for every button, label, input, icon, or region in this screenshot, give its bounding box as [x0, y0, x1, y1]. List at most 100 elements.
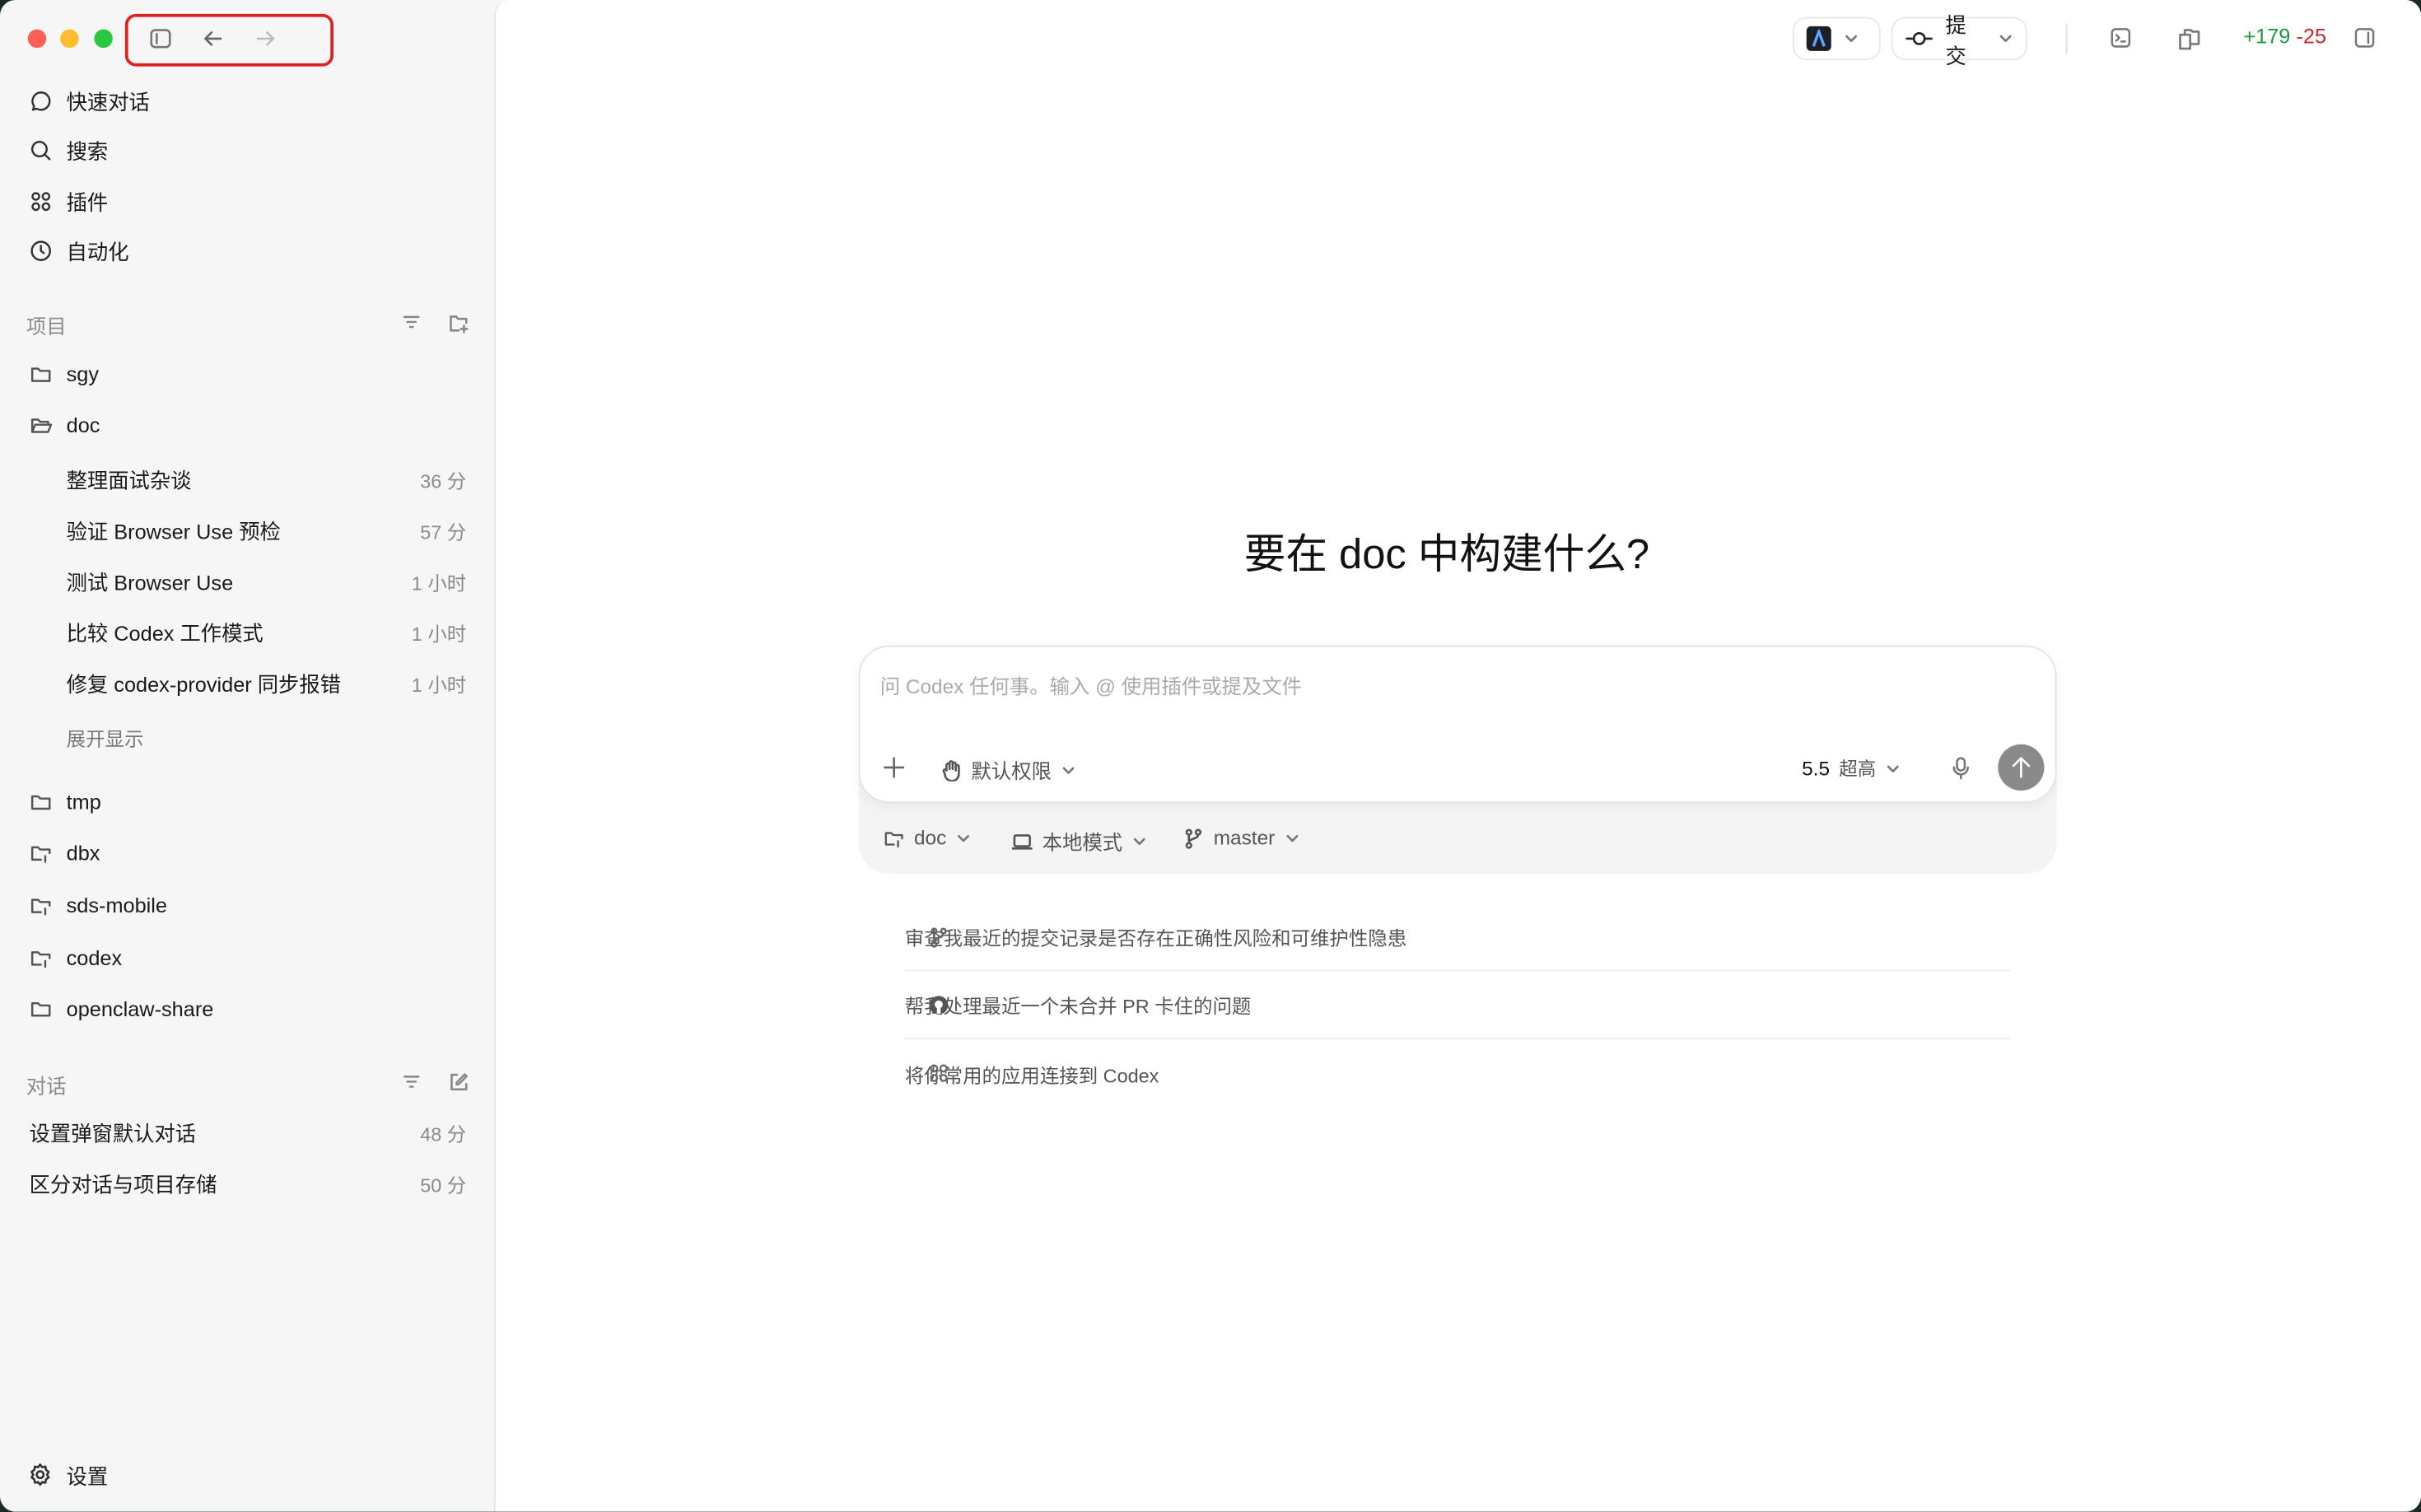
chats-header: 对话: [26, 1070, 67, 1099]
toggle-sidebar-icon[interactable]: [148, 26, 173, 51]
laptop-icon: [1011, 830, 1033, 852]
app-window: 快速对话 搜索 插件 自动化 项目 sgy doc 整理面试杂谈 36 分 验证 …: [0, 0, 2421, 1512]
app-picker-button[interactable]: [1793, 17, 1881, 61]
suggestion-text: 帮我处理最近一个未合并 PR 卡住的问题: [905, 990, 1252, 1020]
project-name: openclaw-share: [67, 996, 214, 1020]
chat-item[interactable]: 区分对话与项目存储50 分: [0, 1161, 494, 1205]
close-window-button[interactable]: [28, 30, 47, 49]
reasoning-level: 超高: [1839, 755, 1876, 782]
thread-time: 36 分: [420, 464, 466, 493]
thread-title: 整理面试杂谈: [67, 464, 192, 495]
chevron-down-icon: [1131, 833, 1147, 849]
folder-git-icon: [28, 893, 53, 917]
thread-item[interactable]: 测试 Browser Use1 小时: [0, 559, 494, 603]
chevron-down-icon: [956, 830, 972, 846]
branch-label: master: [1214, 826, 1276, 849]
folder-git-icon: [28, 945, 53, 970]
thread-item[interactable]: 整理面试杂谈 36 分: [0, 457, 494, 501]
suggestion-item[interactable]: 将你常用的应用连接到 Codex: [905, 1039, 2011, 1108]
toggle-right-panel-icon[interactable]: [2352, 25, 2378, 51]
commit-button[interactable]: 提交: [1892, 17, 2027, 61]
project-name: tmp: [67, 790, 101, 813]
settings-label: 设置: [67, 1459, 109, 1491]
projects-header: 项目: [26, 310, 67, 340]
minimize-window-button[interactable]: [60, 30, 79, 49]
project-dropdown[interactable]: doc: [884, 826, 972, 849]
diff-stats[interactable]: +179 -25: [2243, 25, 2326, 48]
folder-icon: [28, 789, 53, 814]
project-label: doc: [914, 826, 946, 849]
mode-dropdown[interactable]: 本地模式: [1011, 826, 1147, 856]
sidebar-item-plugins[interactable]: 插件: [0, 180, 494, 223]
thread-item[interactable]: 验证 Browser Use 预检57 分: [0, 508, 494, 552]
chat-item[interactable]: 设置弹窗默认对话48 分: [0, 1110, 494, 1154]
nav-label: 自动化: [67, 235, 129, 266]
thread-item[interactable]: 修复 codex-provider 同步报错1 小时: [0, 661, 494, 705]
thread-title: 比较 Codex 工作模式: [67, 616, 264, 647]
chat-bubble-icon: [28, 88, 53, 113]
microphone-icon[interactable]: [1948, 755, 1973, 780]
back-arrow-icon[interactable]: [201, 26, 226, 51]
chevron-down-icon: [1285, 830, 1300, 846]
chat-title: 区分对话与项目存储: [30, 1168, 217, 1199]
thread-title: 验证 Browser Use 预检: [67, 514, 281, 545]
prompt-composer[interactable]: 问 Codex 任何事。输入 @ 使用插件或提及文件 默认权限 5.5 超高: [859, 646, 2057, 803]
project-item-codex[interactable]: codex: [0, 936, 494, 979]
permission-label: 默认权限: [971, 755, 1052, 785]
model-dropdown[interactable]: 5.5 超高: [1802, 755, 1901, 782]
additions-count: +179: [2243, 25, 2290, 48]
search-icon: [28, 138, 53, 162]
settings-button[interactable]: 设置: [0, 1453, 494, 1496]
prompt-input[interactable]: 问 Codex 任何事。输入 @ 使用插件或提及文件: [880, 670, 1302, 700]
thread-item[interactable]: 比较 Codex 工作模式 1 小时: [0, 610, 494, 654]
thread-time: 1 小时: [412, 617, 466, 646]
permission-dropdown[interactable]: 默认权限: [940, 755, 1076, 785]
folder-open-icon: [28, 413, 53, 437]
clock-icon: [28, 238, 53, 263]
project-item-tmp[interactable]: tmp: [0, 780, 494, 824]
project-name: dbx: [67, 841, 100, 864]
deletions-count: -25: [2296, 25, 2326, 48]
sidebar-item-quick-chat[interactable]: 快速对话: [0, 79, 494, 123]
project-name: sgy: [67, 362, 99, 385]
thread-time: 1 小时: [412, 566, 466, 595]
filter-icon[interactable]: [400, 310, 423, 334]
folder-git-icon: [884, 827, 905, 848]
maximize-window-button[interactable]: [94, 30, 113, 49]
project-item-doc[interactable]: doc: [0, 403, 494, 446]
suggestion-item[interactable]: 审查我最近的提交记录是否存在正确性风险和可维护性隐患: [905, 903, 2011, 972]
project-item-openclaw-share[interactable]: openclaw-share: [0, 987, 494, 1030]
send-button[interactable]: [1998, 744, 2044, 791]
nav-label: 搜索: [67, 134, 109, 166]
apps-grid-icon: [926, 1061, 951, 1085]
gear-icon: [28, 1463, 53, 1487]
app-logo-icon: [1807, 26, 1831, 51]
git-branch-icon: [1183, 827, 1204, 848]
plugins-grid-icon: [28, 189, 53, 213]
project-item-sgy[interactable]: sgy: [0, 352, 494, 396]
arrow-up-icon: [2010, 755, 2031, 780]
filter-icon[interactable]: [400, 1070, 423, 1093]
github-icon: [926, 992, 951, 1017]
terminal-icon[interactable]: [2107, 25, 2134, 51]
chevron-down-icon: [1998, 31, 2013, 47]
page-title: 要在 doc 中构建什么?: [958, 520, 1937, 581]
new-project-folder-icon[interactable]: [446, 310, 469, 334]
folder-git-icon: [28, 840, 53, 865]
forward-arrow-icon[interactable]: [254, 26, 278, 51]
show-more-link[interactable]: 展开显示: [0, 715, 494, 758]
project-item-dbx[interactable]: dbx: [0, 831, 494, 875]
copy-folders-icon[interactable]: [2176, 25, 2202, 51]
divider: [2066, 23, 2068, 54]
add-attachment-icon[interactable]: [882, 755, 907, 780]
sidebar-item-search[interactable]: 搜索: [0, 128, 494, 172]
project-item-sds-mobile[interactable]: sds-mobile: [0, 884, 494, 927]
hand-icon: [940, 759, 962, 781]
suggestion-item[interactable]: 帮我处理最近一个未合并 PR 卡住的问题: [905, 971, 2011, 1039]
thread-title: 修复 codex-provider 同步报错: [67, 667, 341, 698]
suggestion-text: 审查我最近的提交记录是否存在正确性风险和可维护性隐患: [905, 922, 1406, 951]
chevron-down-icon: [1844, 31, 1859, 47]
branch-dropdown[interactable]: master: [1183, 826, 1299, 849]
sidebar-item-automation[interactable]: 自动化: [0, 229, 494, 273]
new-chat-icon[interactable]: [446, 1070, 469, 1093]
